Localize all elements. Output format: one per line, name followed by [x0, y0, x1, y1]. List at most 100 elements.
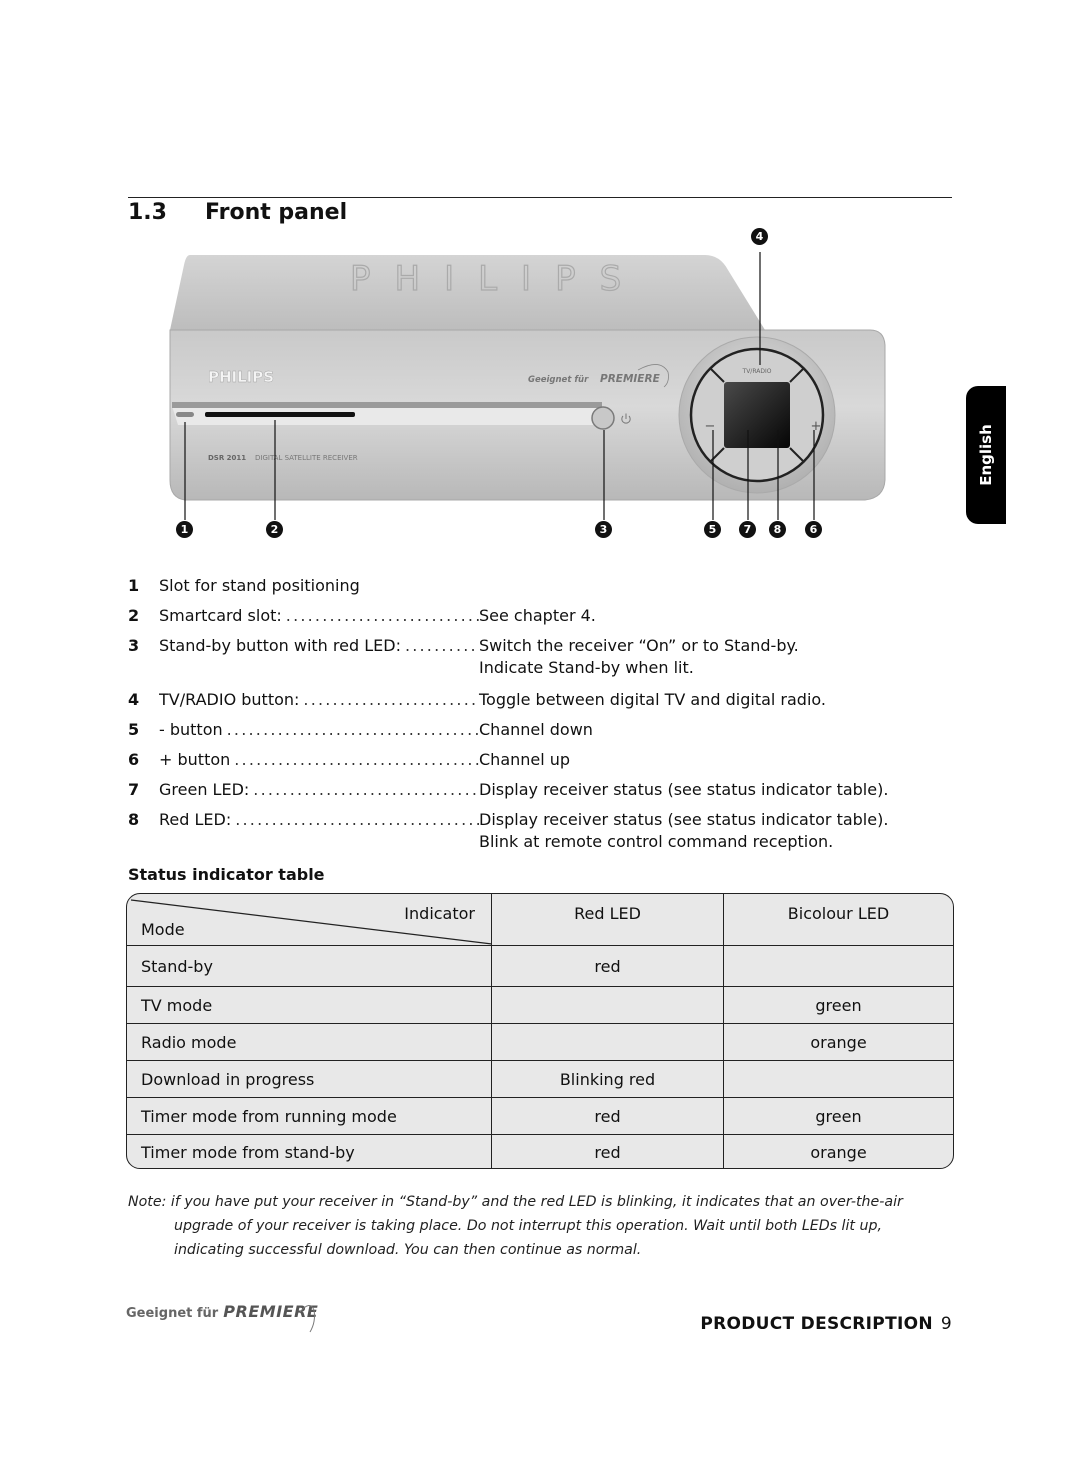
- feature-label: Green LED:: [159, 780, 250, 799]
- table-row: TV mode green: [127, 987, 953, 1024]
- feature-description: Display receiver status (see status indi…: [479, 779, 928, 801]
- feature-number: 2: [128, 606, 140, 625]
- feature-label-wrap: - button ...............................…: [159, 719, 479, 741]
- feature-label-wrap: TV/RADIO button: .......................…: [159, 689, 479, 711]
- status-table-title: Status indicator table: [128, 865, 325, 884]
- feature-description: Display receiver status (see status indi…: [479, 809, 928, 853]
- feature-description-line: Blink at remote control command receptio…: [479, 832, 834, 851]
- footer-section-label: PRODUCT DESCRIPTION: [700, 1314, 933, 1334]
- plus-symbol: +: [811, 419, 822, 434]
- minus-symbol: −: [705, 419, 716, 434]
- table-row: Radio mode orange: [127, 1024, 953, 1061]
- page-number: 9: [940, 1314, 952, 1334]
- cell-red-led: [492, 1024, 724, 1060]
- cell-bicolour-led: green: [815, 995, 862, 1015]
- feature-label-wrap: Smartcard slot: ........................…: [159, 605, 479, 627]
- feature-label: TV/RADIO button:: [159, 690, 300, 709]
- feature-label: Red LED:: [159, 810, 232, 829]
- feature-label-wrap: Red LED: ...............................…: [159, 809, 479, 831]
- feature-number: 7: [128, 780, 140, 799]
- feature-description-line: Channel down: [479, 720, 593, 739]
- feature-label: Slot for stand positioning: [159, 576, 360, 595]
- device-cert-brand: PREMIERE: [600, 373, 661, 385]
- footer-logo-prefix: Geeignet für: [126, 1306, 219, 1321]
- feature-item: 3 Stand-by button with red LED: .........…: [128, 635, 928, 689]
- cell-mode: Download in progress: [127, 1061, 492, 1097]
- callout-6: 6: [805, 521, 822, 538]
- section-number: 1.3: [128, 200, 167, 225]
- cell-red-led: red: [492, 1134, 724, 1168]
- note-line-1: Note: if you have put your receiver in “…: [128, 1194, 903, 1210]
- cell-bicolour-led: [724, 1061, 953, 1097]
- cell-mode: Radio mode: [127, 1024, 492, 1060]
- footer-section: PRODUCT DESCRIPTION 9: [700, 1314, 952, 1334]
- model-number: DSR 2011: [208, 454, 246, 462]
- cell-mode: Stand-by: [127, 946, 492, 986]
- table-row: Timer mode from stand-by red orange: [127, 1134, 953, 1168]
- cell-red-led: Blinking red: [492, 1061, 724, 1097]
- table-header-row: Indicator Mode Red LED Bicolour LED: [127, 894, 953, 946]
- footer-premiere-logo: Geeignet für PREMIERE: [126, 1302, 318, 1338]
- dot-leader: ........................................…: [303, 690, 479, 709]
- feature-number: 1: [128, 576, 140, 595]
- dot-leader: ........................................…: [226, 720, 479, 739]
- section-rule: [128, 197, 952, 198]
- language-tab-label: English: [977, 424, 995, 486]
- stand-slot: [176, 412, 194, 417]
- cell-mode: Timer mode from running mode: [127, 1098, 492, 1134]
- feature-number: 8: [128, 810, 140, 829]
- feature-item: 1 Slot for stand positioning: [128, 575, 928, 605]
- cell-red-led: red: [492, 946, 724, 986]
- feature-description: See chapter 4.: [479, 605, 928, 627]
- language-tab[interactable]: English: [966, 386, 1006, 524]
- feature-item: 2 Smartcard slot: .......................…: [128, 605, 928, 635]
- feature-description-line: Display receiver status (see status indi…: [479, 780, 889, 799]
- callout-4: 4: [751, 228, 768, 245]
- feature-label: Smartcard slot:: [159, 606, 282, 625]
- header-mode: Mode: [141, 920, 185, 939]
- header-bicolour-led: Bicolour LED: [787, 904, 890, 923]
- standby-button: [591, 406, 615, 430]
- device-cert: Geeignet für: [528, 375, 589, 385]
- receiver-drawing: PHILIPS PHILIPS Geeignet für PREMIERE DS…: [169, 252, 886, 520]
- feature-number: 3: [128, 636, 140, 655]
- feature-description: Channel down: [479, 719, 928, 741]
- feature-description-line: See chapter 4.: [479, 606, 596, 625]
- cell-red-led: red: [492, 1098, 724, 1134]
- table-row: Stand-by red: [127, 946, 953, 987]
- front-panel-illustration: PHILIPS PHILIPS Geeignet für PREMIERE DS…: [160, 228, 900, 550]
- cell-bicolour-led: orange: [810, 1143, 867, 1162]
- tv-radio-label: TV/RADIO: [742, 368, 772, 375]
- section-title: Front panel: [205, 200, 348, 225]
- callout-8: 8: [769, 521, 786, 538]
- feature-item: 5 - button ..............................…: [128, 719, 928, 749]
- header-indicator: Indicator: [404, 904, 475, 923]
- premiere-arc-icon: [299, 1305, 315, 1333]
- callout-5: 5: [704, 521, 721, 538]
- feature-description: Channel up: [479, 749, 928, 771]
- note: Note: if you have put your receiver in “…: [128, 1190, 958, 1262]
- callout-3: 3: [595, 521, 612, 538]
- header-red-led: Red LED: [492, 894, 724, 945]
- feature-item: 7 Green LED: ............................…: [128, 779, 928, 809]
- feature-description: Toggle between digital TV and digital ra…: [479, 689, 928, 711]
- table-row: Download in progress Blinking red: [127, 1061, 953, 1098]
- feature-description-line: Display receiver status (see status indi…: [479, 810, 889, 829]
- cell-bicolour-led: [724, 946, 953, 986]
- feature-number: 6: [128, 750, 140, 769]
- note-line-3: indicating successful download. You can …: [174, 1242, 642, 1258]
- feature-description-line: Toggle between digital TV and digital ra…: [479, 690, 826, 709]
- dot-leader: ........................................…: [235, 810, 479, 829]
- front-brand: PHILIPS: [208, 368, 274, 386]
- feature-item: 6 + button ..............................…: [128, 749, 928, 779]
- feature-number: 5: [128, 720, 140, 739]
- note-line-2: upgrade of your receiver is taking place…: [174, 1218, 882, 1234]
- feature-label: Stand-by button with red LED:: [159, 636, 401, 655]
- top-brand: PHILIPS: [350, 259, 645, 299]
- feature-label: + button: [159, 750, 231, 769]
- cell-red-led: [492, 987, 724, 1023]
- cell-mode: TV mode: [127, 987, 492, 1023]
- feature-label-wrap: Green LED: .............................…: [159, 779, 479, 801]
- feature-label-wrap: Slot for stand positioning: [159, 575, 360, 597]
- led-display: [724, 382, 790, 448]
